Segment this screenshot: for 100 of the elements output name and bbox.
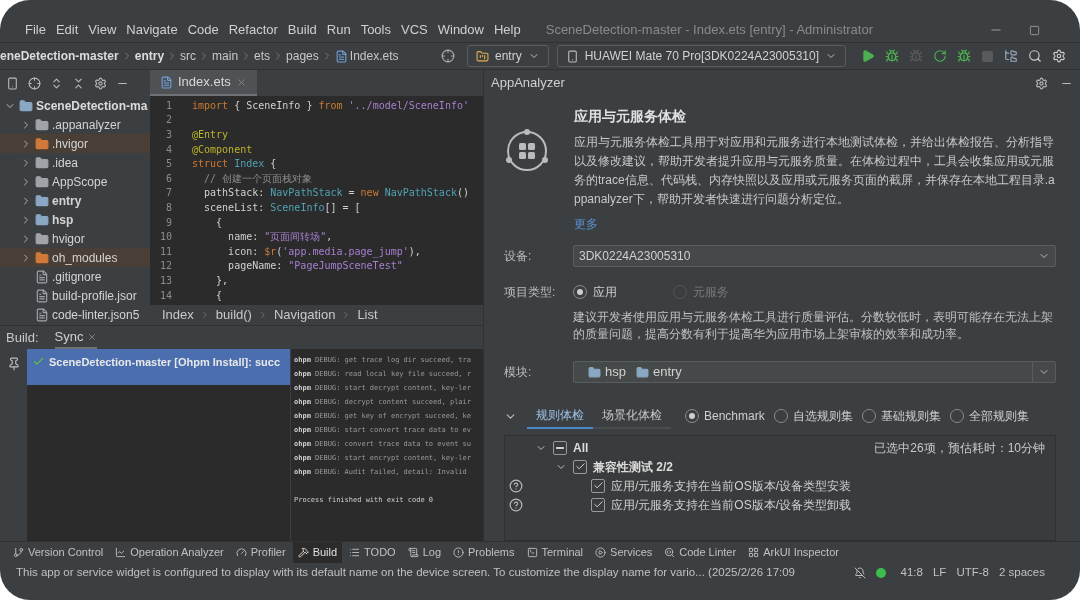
status-item[interactable]: UTF-8 [956, 564, 989, 582]
breadcrumb-item[interactable]: src [180, 47, 197, 65]
profile-icon[interactable] [957, 49, 971, 63]
tab[interactable]: 规则体检 [527, 403, 593, 429]
tool-window-button[interactable]: ArkUI Inspector [743, 541, 844, 563]
tool-window-button[interactable]: Profiler [230, 541, 291, 563]
module-select[interactable]: hsp entry [573, 361, 1056, 383]
device-dropdown[interactable]: HUAWEI Mate 70 Pro[3DK0224A23005310] [556, 45, 846, 67]
code-line: @Entry [192, 128, 229, 142]
tree-item[interactable]: oh_modules [0, 248, 150, 267]
tree-item[interactable]: AppScope [0, 172, 150, 191]
checkbox[interactable] [591, 497, 605, 512]
tree-item[interactable]: hvigor [0, 229, 150, 248]
notifications-off-icon[interactable] [853, 567, 866, 579]
search-icon[interactable] [1028, 49, 1042, 63]
menu-item[interactable]: Run [321, 20, 356, 40]
help-icon[interactable] [509, 478, 523, 493]
tool-window-button[interactable]: Log [402, 541, 447, 563]
breadcrumb-item[interactable]: build() [215, 305, 252, 325]
collapse-all-icon[interactable] [72, 76, 85, 90]
tree-item[interactable]: .hvigor [0, 134, 150, 153]
window-title: SceneDetection-master - Index.ets [entry] - Administrator [545, 21, 874, 40]
breadcrumb-item[interactable]: eneDetection-master [0, 47, 119, 65]
tool-window-button[interactable]: Build [292, 541, 343, 563]
checkbox[interactable] [591, 478, 605, 493]
tree-item[interactable]: build-profile.jsor [0, 286, 150, 305]
status-item[interactable]: 41:8 [900, 564, 923, 582]
build-tree-item[interactable]: SceneDetection-master [Ohpm Install]: succ [27, 349, 290, 385]
tree-item[interactable]: hsp [0, 210, 150, 229]
pin-icon[interactable] [6, 357, 21, 371]
radio-label[interactable]: 应用 [593, 283, 617, 301]
breadcrumb-item[interactable]: List [357, 305, 378, 325]
menu-item[interactable]: Window [432, 20, 489, 40]
breadcrumb-item[interactable]: pages [286, 47, 319, 65]
tree-item[interactable]: entry [0, 191, 150, 210]
menu-item[interactable]: Build [282, 20, 322, 40]
tool-window-button[interactable]: Version Control [8, 541, 109, 563]
checkbox[interactable] [553, 440, 567, 455]
tool-window-button[interactable]: Code Linter [659, 541, 742, 563]
hint-text: 建议开发者使用应用与元服务体检工具进行质量评估。分数较低时，表明可能存在无法上架的质量问题，提高分数有利于提高华为应用市场上架审核的效率和成功率。 [573, 309, 1054, 343]
menu-item[interactable]: View [83, 20, 122, 40]
services-icon [595, 546, 607, 558]
settings-icon[interactable] [94, 76, 107, 90]
heading: 应用与元服务体检 [574, 107, 687, 126]
tree-item[interactable]: .gitignore [0, 267, 150, 286]
checkbox[interactable] [573, 459, 587, 474]
line-number: 1 [164, 98, 172, 113]
status-item[interactable]: LF [932, 564, 947, 582]
menu-item[interactable]: Edit [50, 20, 84, 40]
radio-label[interactable]: 自选规则集 [792, 407, 853, 425]
run-config-dropdown[interactable]: entry [466, 45, 549, 67]
rule-label: 应用/元服务支持在当前OS版本/设备类型安装 [611, 477, 851, 495]
settings-icon[interactable] [1052, 49, 1066, 63]
menu-item[interactable]: VCS [396, 20, 433, 40]
tool-window-button[interactable]: Operation Analyzer [110, 541, 229, 563]
device-select[interactable]: 3DK0224A23005310 [573, 245, 1056, 267]
line-number: 9 [164, 215, 172, 230]
close-icon[interactable] [87, 331, 98, 342]
menu-item[interactable]: File [20, 20, 51, 40]
rerun-icon[interactable] [933, 49, 947, 63]
menu-item[interactable]: Refactor [223, 20, 283, 40]
maximize-icon[interactable] [1029, 24, 1040, 36]
radio-label[interactable]: 基础规则集 [880, 407, 941, 425]
expand-all-icon[interactable] [50, 76, 63, 90]
radio-label[interactable]: 全部规则集 [968, 407, 1029, 425]
tab[interactable]: 场景化体检 [593, 403, 671, 429]
field-label: 模块: [504, 364, 533, 381]
partial-mark [556, 446, 564, 449]
breadcrumb-item[interactable]: ets [254, 47, 271, 65]
device-icon[interactable] [6, 76, 19, 90]
tree-root[interactable]: SceneDetection-ma [0, 96, 150, 115]
menu-item[interactable]: Help [488, 20, 526, 40]
editor-tab[interactable]: Index.ets [150, 70, 257, 96]
locate-icon[interactable] [28, 76, 41, 90]
run-icon[interactable] [861, 49, 875, 63]
help-icon[interactable] [509, 497, 523, 512]
menu-item[interactable]: Tools [355, 20, 396, 40]
menu-item[interactable]: Code [182, 20, 224, 40]
breadcrumb-item[interactable]: entry [134, 47, 165, 65]
code-line: name: "页面间转场", [227, 230, 333, 245]
tool-window-button[interactable]: TODO [344, 541, 401, 563]
breadcrumb-item[interactable]: main [212, 47, 239, 65]
code-line: { [215, 215, 223, 230]
line-number: 13 [158, 273, 172, 288]
tree-item[interactable]: .appanalyzer [0, 115, 150, 134]
tree-item[interactable]: .idea [0, 153, 150, 172]
radio-label[interactable]: Benchmark [704, 407, 765, 425]
tool-window-button[interactable]: Terminal [521, 541, 589, 563]
status-item[interactable]: 2 spaces [998, 564, 1045, 582]
menu-item[interactable]: Navigate [121, 20, 183, 40]
breadcrumb-item[interactable]: Index.ets [349, 47, 399, 65]
tool-window-button[interactable]: Problems [448, 541, 520, 563]
locate-icon[interactable] [440, 49, 455, 63]
debug-icon[interactable] [885, 49, 899, 63]
tool-window-button[interactable]: Services [590, 541, 658, 563]
breadcrumb-item[interactable]: Navigation [273, 305, 336, 325]
breadcrumb-item[interactable]: Index [162, 305, 194, 325]
tree-item[interactable]: code-linter.json5 [0, 305, 150, 324]
project-structure-icon[interactable] [1004, 49, 1018, 63]
settings-icon[interactable] [1035, 76, 1048, 90]
